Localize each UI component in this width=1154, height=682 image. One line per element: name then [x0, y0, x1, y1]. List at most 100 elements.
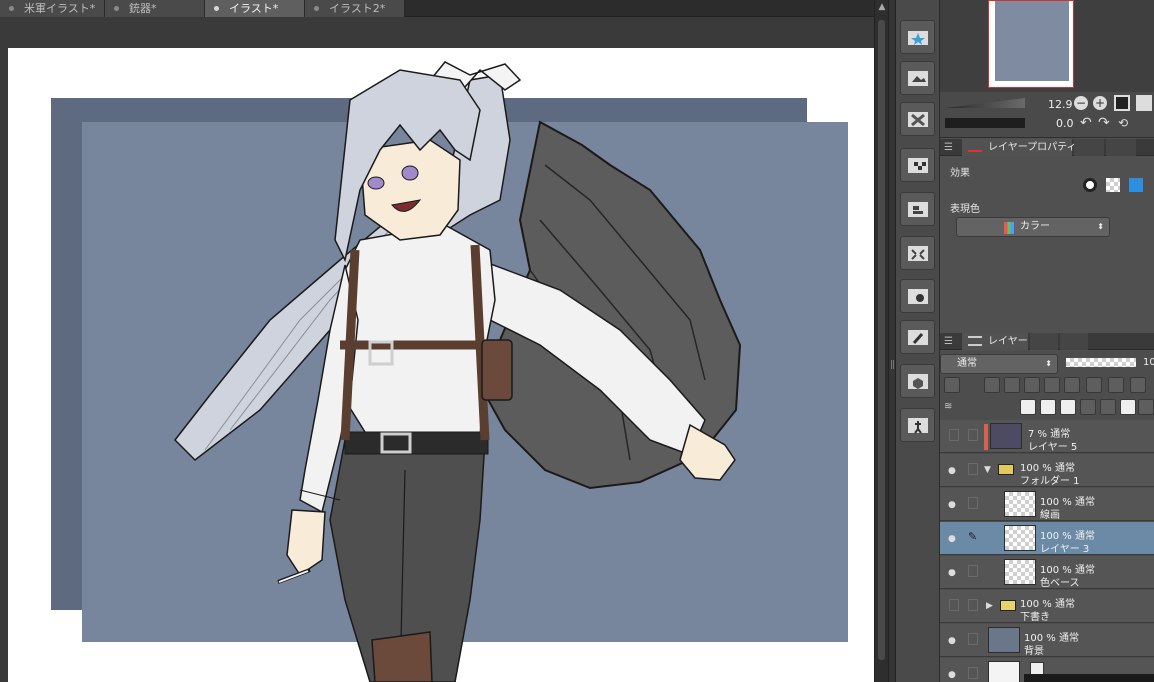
folder-expand-icon[interactable]: ▶ — [986, 601, 993, 611]
canvas-vertical-scrollbar[interactable]: ▲ — [874, 0, 888, 682]
draft-layer-icon[interactable] — [1024, 377, 1040, 393]
tone-effect-icon[interactable] — [1106, 178, 1120, 192]
clip-icon[interactable] — [1004, 377, 1020, 393]
scroll-up-icon[interactable]: ▲ — [877, 2, 887, 12]
layer-lock-toggle[interactable] — [968, 565, 978, 577]
folder-expand-icon[interactable]: ▼ — [984, 465, 991, 475]
merge-down-icon[interactable] — [1100, 399, 1116, 415]
expression-color-select[interactable]: カラー ⬍ — [956, 217, 1110, 237]
folder-pen-icon — [907, 330, 928, 345]
eye-icon[interactable]: ● — [948, 534, 956, 544]
transfer-down-icon[interactable] — [1080, 399, 1096, 415]
ruler-icon[interactable] — [1108, 377, 1124, 393]
color-mode-icon — [1004, 222, 1014, 234]
layer-name: 色ベース — [1040, 578, 1080, 589]
new-vector-layer-icon[interactable] — [1040, 399, 1056, 415]
eye-icon[interactable]: ● — [948, 466, 956, 476]
layer-row[interactable]: ● 100 % 通常 色ベース — [940, 556, 1154, 589]
zoom-in-icon[interactable]: + — [1093, 96, 1107, 110]
tab-layer[interactable]: レイヤー — [962, 333, 1028, 350]
delete-layer-icon[interactable] — [1138, 399, 1154, 415]
layer-property-icon — [968, 142, 982, 152]
tool-button-9[interactable] — [900, 364, 935, 398]
reset-rotation-icon[interactable]: ⟲ — [1118, 116, 1128, 130]
layer-thumbnail — [1004, 525, 1036, 551]
lock-transparency-icon[interactable] — [1064, 377, 1080, 393]
zoom-slider[interactable] — [945, 98, 1025, 108]
layer-row[interactable]: 7 % 通常 レイヤー 5 — [940, 420, 1154, 453]
character-illustration[interactable] — [0, 0, 874, 682]
panel-menu-icon[interactable]: ☰ — [944, 139, 953, 156]
eye-right — [401, 165, 419, 181]
rotation-slider[interactable] — [945, 118, 1025, 128]
splitter-grip-icon[interactable] — [891, 360, 894, 369]
layer-name: レイヤー 5 — [1028, 442, 1078, 453]
layer-row[interactable]: ● 100 % 通常 背景 — [940, 624, 1154, 657]
tab-sub-tool-detail[interactable] — [1074, 139, 1104, 156]
eye-icon[interactable]: ● — [948, 568, 956, 578]
layer-lock-toggle[interactable] — [968, 599, 978, 611]
rotation-value: 0.0 — [1056, 117, 1074, 130]
layer-lock-toggle[interactable] — [968, 667, 978, 679]
tool-button-7[interactable] — [900, 279, 935, 313]
layer-color-effect-icon[interactable] — [1129, 178, 1143, 192]
tab-layer-other[interactable] — [1060, 333, 1088, 350]
layer-controls: 通常 ⬍ 10 ≋ — [940, 351, 1154, 420]
tab-layer-search[interactable] — [1030, 333, 1058, 350]
layer-lock-toggle[interactable] — [968, 633, 978, 645]
reference-layer-icon[interactable] — [984, 377, 1000, 393]
folder-camera-icon — [907, 289, 928, 304]
fit-view-icon[interactable] — [1114, 95, 1130, 111]
scrollbar-thumb[interactable] — [878, 20, 885, 660]
layer-lock-toggle[interactable] — [968, 463, 978, 475]
new-raster-layer-icon[interactable] — [1020, 399, 1036, 415]
layer-lock-toggle[interactable] — [968, 429, 978, 441]
tool-button-1[interactable] — [900, 20, 935, 54]
rotate-right-icon[interactable]: ↷ — [1098, 116, 1110, 130]
folder-figure-icon — [907, 418, 928, 434]
visibility-toggle[interactable] — [949, 429, 959, 441]
layer-thumbnail — [988, 661, 1020, 682]
layer-row[interactable]: ● ▼ 100 % 通常 フォルダー 1 — [940, 454, 1154, 487]
eye-icon[interactable]: ● — [948, 670, 956, 680]
lock-icon[interactable] — [1044, 377, 1060, 393]
eye-icon[interactable]: ● — [948, 500, 956, 510]
actual-size-icon[interactable] — [1136, 95, 1152, 111]
blend-mode-select[interactable]: 通常 ⬍ — [940, 354, 1058, 374]
panel-splitter[interactable] — [888, 0, 896, 682]
layer-row[interactable]: ▶ 100 % 通常 下書き — [940, 590, 1154, 623]
tool-button-3[interactable] — [900, 102, 935, 136]
opacity-slider[interactable] — [1066, 358, 1136, 367]
rotate-left-icon[interactable]: ↶ — [1080, 116, 1092, 130]
expression-color-label: 表現色 — [950, 204, 980, 215]
tool-button-2[interactable] — [900, 61, 935, 95]
layer-row[interactable]: ● 100 % 通常 線画 — [940, 488, 1154, 521]
tab-layer-property[interactable]: レイヤープロパティ — [962, 139, 1077, 156]
layer-mask-icon[interactable] — [1120, 399, 1136, 415]
layer-name: 下書き — [1020, 612, 1050, 623]
layer-row[interactable]: ● — [940, 658, 1154, 682]
eye-icon[interactable]: ● — [948, 636, 956, 646]
zoom-out-icon[interactable]: − — [1074, 96, 1088, 110]
tool-button-6[interactable] — [900, 236, 935, 270]
tool-button-10[interactable] — [900, 408, 935, 442]
layer-row-selected[interactable]: ● ✎ 100 % 通常 レイヤー 3 — [940, 522, 1154, 555]
folder-icon — [1000, 600, 1016, 611]
mask-icon[interactable] — [1086, 377, 1102, 393]
tab-layer-property-label: レイヤープロパティ — [988, 142, 1077, 153]
layer-thumbnail — [1004, 491, 1036, 517]
tab-other[interactable] — [1106, 139, 1136, 156]
palette-color-icon[interactable] — [1130, 377, 1146, 393]
new-folder-icon[interactable] — [1060, 399, 1076, 415]
layer-menu-icon[interactable]: ≋ — [944, 401, 952, 412]
visibility-toggle[interactable] — [949, 599, 959, 611]
tool-button-5[interactable] — [900, 192, 935, 226]
panel-menu-icon[interactable]: ☰ — [944, 333, 953, 350]
border-effect-icon[interactable] — [1083, 178, 1097, 192]
layer-color-icon[interactable] — [944, 377, 960, 393]
tool-button-8[interactable] — [900, 320, 935, 354]
tool-button-4[interactable] — [900, 148, 935, 182]
navigator-thumbnail[interactable] — [988, 0, 1074, 88]
layer-lock-toggle[interactable] — [968, 497, 978, 509]
navigator-preview-image — [995, 1, 1069, 81]
